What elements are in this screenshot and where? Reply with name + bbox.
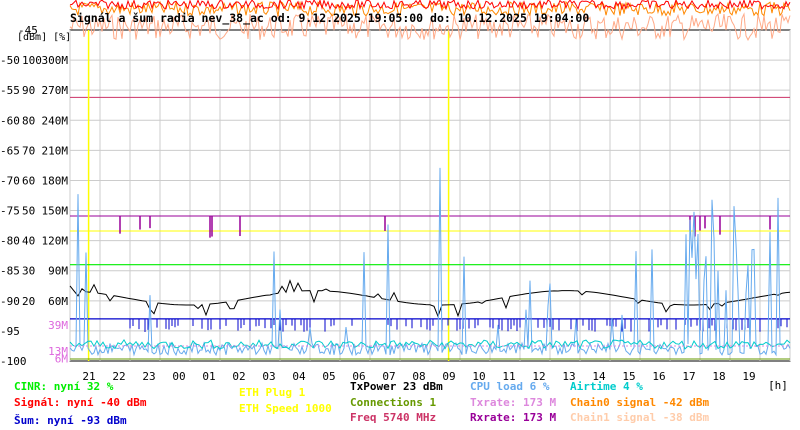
y-tick-rate-colored: 39M <box>48 319 68 332</box>
y-tick-percent: 90 <box>22 84 35 97</box>
legend-txrate: Txrate: 173 M <box>470 396 557 409</box>
legend-eth-speed: ETH Speed 1000 <box>239 402 332 415</box>
legend-txpower: TxPower 23 dBm <box>350 380 443 393</box>
y-tick-dbm: -100 <box>0 355 27 368</box>
x-tick: 16 <box>652 370 665 383</box>
x-tick: 09 <box>442 370 455 383</box>
y-tick-dbm: -60 <box>0 114 20 127</box>
y-tick-rate: 210M <box>42 144 69 157</box>
x-tick: 00 <box>172 370 185 383</box>
x-tick: 02 <box>232 370 245 383</box>
legend-chain0: Chain0 signal -42 dBm <box>570 396 710 409</box>
y-tick-dbm: -70 <box>0 174 20 187</box>
y-tick-dbm: -55 <box>0 84 20 97</box>
legend-eth-plug: ETH Plug 1 <box>239 386 306 399</box>
legend-freq: Freq 5740 MHz <box>350 411 437 424</box>
y-tick-dbm: -80 <box>0 235 20 248</box>
x-tick: 17 <box>682 370 695 383</box>
legend-noise: Šum: nyní -93 dBm <box>14 414 127 427</box>
x-tick: 04 <box>292 370 306 383</box>
x-tick: 18 <box>712 370 725 383</box>
legend-connections: Connections 1 <box>350 396 437 409</box>
y-tick-rate: 270M <box>42 84 69 97</box>
y-tick-dbm: -65 <box>0 144 20 157</box>
y-tick-percent: 30 <box>22 265 35 278</box>
legend-rxrate: Rxrate: 173 M <box>470 411 557 424</box>
x-tick: 23 <box>142 370 155 383</box>
y-tick-rate: 60M <box>48 295 68 308</box>
y-tick-dbm: -90 <box>0 295 20 308</box>
y-tick-rate: 300M <box>42 54 69 67</box>
x-unit-label: [h] <box>768 379 788 392</box>
y-tick-rate: 180M <box>42 174 69 187</box>
y-tick-rate: 90M <box>48 265 68 278</box>
y-tick-dbm: -75 <box>0 205 20 218</box>
x-tick: 01 <box>202 370 215 383</box>
y-tick-rate-colored: 6M <box>55 353 69 366</box>
x-tick: 03 <box>262 370 275 383</box>
chart-title: Signál a šum radia nev_38_ac od: 9.12.20… <box>70 11 590 25</box>
y-tick-percent: 50 <box>22 205 35 218</box>
y-tick-dbm: -50 <box>0 54 20 67</box>
y-tick-percent: 80 <box>22 114 35 127</box>
y-tick-percent: 40 <box>22 235 35 248</box>
legend-chain1: Chain1 signal -38 dBm <box>570 411 710 424</box>
legend-cpu-load: CPU load 6 % <box>470 380 550 393</box>
y-tick-rate: 120M <box>42 235 69 248</box>
y-units-label: [dBm] [%] <box>17 32 72 43</box>
x-tick: 05 <box>322 370 335 383</box>
x-tick: 19 <box>742 370 755 383</box>
y-tick-rate: 240M <box>42 114 69 127</box>
legend-cinr: CINR: nyní 32 % <box>14 380 114 393</box>
x-tick: 22 <box>112 370 125 383</box>
y-tick-percent: 70 <box>22 144 35 157</box>
chart: -45-50-55-60-65-70-75-80-85-90-95-100100… <box>0 0 791 392</box>
y-tick-percent: 60 <box>22 174 35 187</box>
legend-signal: Signál: nyní -40 dBm <box>14 396 147 409</box>
y-tick-percent: 20 <box>22 295 35 308</box>
y-tick-percent: 100 <box>22 54 42 67</box>
y-tick-rate: 150M <box>42 205 69 218</box>
y-tick-dbm: -85 <box>0 265 20 278</box>
legend-airtime: Airtime 4 % <box>570 380 643 393</box>
y-tick-dbm: -95 <box>0 325 20 338</box>
